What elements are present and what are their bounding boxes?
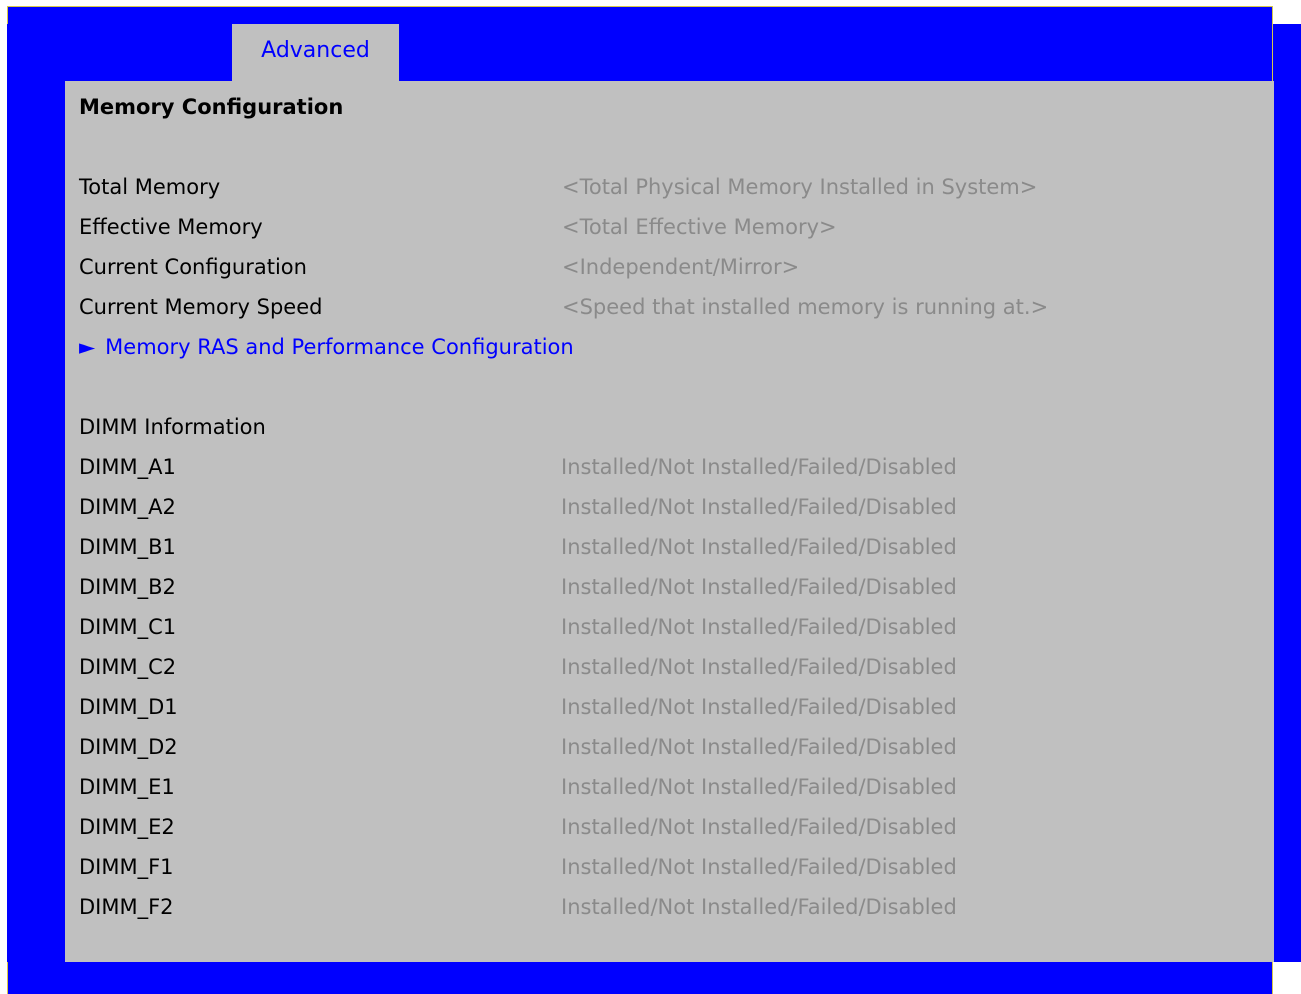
dimm-slot-status: Installed/Not Installed/Failed/Disabled — [561, 655, 957, 679]
total-memory-label: Total Memory — [79, 175, 221, 199]
dimm-slot-status: Installed/Not Installed/Failed/Disabled — [561, 695, 957, 719]
dimm-slot-status: Installed/Not Installed/Failed/Disabled — [561, 895, 957, 919]
effective-memory-value: <Total Effective Memory> — [562, 215, 837, 239]
current-memory-speed-value: <Speed that installed memory is running … — [562, 295, 1049, 319]
total-memory-value: <Total Physical Memory Installed in Syst… — [562, 175, 1038, 199]
memory-ras-performance-submenu[interactable]: ► Memory RAS and Performance Configuratio… — [79, 334, 574, 360]
dimm-slot-label: DIMM_A1 — [79, 455, 176, 479]
dimm-slot-label: DIMM_D1 — [79, 695, 178, 719]
dimm-slot-label: DIMM_D2 — [79, 735, 178, 759]
current-configuration-label: Current Configuration — [79, 255, 307, 279]
dimm-information-heading: DIMM Information — [79, 415, 266, 439]
dimm-slot-label: DIMM_C2 — [79, 655, 177, 679]
dimm-slot-status: Installed/Not Installed/Failed/Disabled — [561, 775, 957, 799]
submenu-arrow-icon: ► — [79, 335, 96, 359]
current-memory-speed-label: Current Memory Speed — [79, 295, 323, 319]
submenu-label: Memory RAS and Performance Configuration — [105, 335, 574, 359]
dimm-slot-status: Installed/Not Installed/Failed/Disabled — [561, 615, 957, 639]
dimm-slot-status: Installed/Not Installed/Failed/Disabled — [561, 575, 957, 599]
dimm-slot-label: DIMM_F1 — [79, 855, 174, 879]
dimm-slot-label: DIMM_B2 — [79, 575, 176, 599]
dimm-slot-label: DIMM_C1 — [79, 615, 177, 639]
tab-advanced[interactable]: Advanced — [232, 24, 399, 81]
dimm-slot-label: DIMM_B1 — [79, 535, 176, 559]
dimm-slot-label: DIMM_E2 — [79, 815, 175, 839]
frame-left-border — [7, 24, 33, 962]
page-title: Memory Configuration — [79, 95, 344, 119]
dimm-slot-status: Installed/Not Installed/Failed/Disabled — [561, 855, 957, 879]
dimm-slot-label: DIMM_A2 — [79, 495, 176, 519]
dimm-slot-label: DIMM_F2 — [79, 895, 174, 919]
effective-memory-label: Effective Memory — [79, 215, 263, 239]
dimm-slot-label: DIMM_E1 — [79, 775, 175, 799]
current-configuration-value: <Independent/Mirror> — [562, 255, 800, 279]
memory-configuration-panel: Memory Configuration Total Memory <Total… — [65, 81, 1274, 962]
dimm-slot-status: Installed/Not Installed/Failed/Disabled — [561, 815, 957, 839]
frame-right-border — [1273, 24, 1301, 962]
dimm-slot-status: Installed/Not Installed/Failed/Disabled — [561, 455, 957, 479]
dimm-slot-status: Installed/Not Installed/Failed/Disabled — [561, 495, 957, 519]
dimm-slot-status: Installed/Not Installed/Failed/Disabled — [561, 735, 957, 759]
dimm-slot-status: Installed/Not Installed/Failed/Disabled — [561, 535, 957, 559]
